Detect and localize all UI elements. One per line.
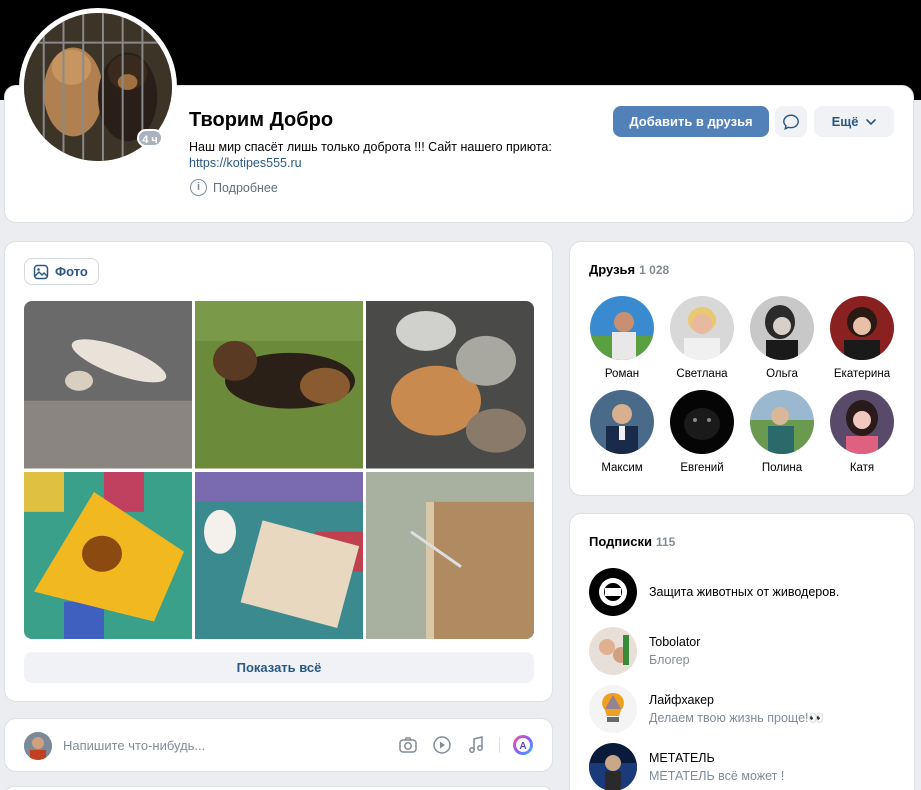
friend-item[interactable]: Ольга bbox=[742, 296, 822, 380]
divider bbox=[499, 737, 500, 753]
subscription-name: Лайфхакер bbox=[649, 692, 714, 707]
photo-icon bbox=[33, 264, 49, 279]
message-button[interactable] bbox=[775, 106, 807, 137]
more-label: Ещё bbox=[831, 114, 859, 129]
photo-thumb[interactable] bbox=[366, 471, 534, 639]
photo-thumb[interactable] bbox=[366, 301, 534, 469]
subscription-item[interactable]: Лайфхакер Делаем твою жизнь проще!👀 bbox=[589, 685, 824, 733]
more-info-label: Подробнее bbox=[213, 180, 278, 195]
ai-assistant-icon[interactable]: A bbox=[512, 734, 534, 756]
friend-item[interactable]: Светлана bbox=[662, 296, 742, 380]
post-composer[interactable]: Напишите что-нибудь... A bbox=[4, 718, 553, 772]
composer-avatar bbox=[24, 732, 52, 760]
subscription-item[interactable]: Защита животных от живодеров. bbox=[589, 568, 839, 616]
friends-title-label: Друзья bbox=[589, 262, 636, 277]
photo-grid bbox=[24, 301, 534, 639]
post-input[interactable]: Напишите что-нибудь... bbox=[63, 738, 205, 753]
photos-tab-label: Фото bbox=[55, 264, 88, 279]
friend-name: Полина bbox=[761, 462, 803, 474]
more-info-link[interactable]: i Подробнее bbox=[190, 179, 278, 196]
show-all-photos-button[interactable]: Показать всё bbox=[24, 652, 534, 683]
subscription-name: Tobolator bbox=[649, 635, 701, 649]
friend-avatar bbox=[830, 296, 894, 360]
add-friend-button[interactable]: Добавить в друзья bbox=[613, 106, 769, 137]
message-icon bbox=[783, 114, 799, 130]
subscriptions-title-label: Подписки bbox=[589, 534, 652, 549]
photo-thumb[interactable] bbox=[195, 471, 363, 639]
next-post-card bbox=[4, 786, 553, 790]
friends-title[interactable]: Друзья 1 028 bbox=[589, 262, 669, 277]
friend-name: Екатерина bbox=[833, 368, 891, 380]
subscription-avatar bbox=[589, 568, 637, 616]
music-icon[interactable] bbox=[465, 734, 487, 756]
subscription-avatar bbox=[589, 685, 637, 733]
friend-avatar bbox=[670, 390, 734, 454]
more-dropdown-button[interactable]: Ещё bbox=[814, 106, 894, 137]
friend-avatar bbox=[670, 296, 734, 360]
friend-name: Евгений bbox=[680, 462, 724, 474]
chevron-down-icon bbox=[866, 118, 877, 125]
friends-count: 1 028 bbox=[639, 263, 670, 277]
friends-grid: Роман Светлана Ольга Екатерина Максим Ев… bbox=[582, 296, 904, 474]
photo-thumb[interactable] bbox=[195, 301, 363, 469]
friend-name: Ольга bbox=[766, 368, 798, 380]
friends-card: Друзья 1 028 Роман Светлана Ольга Екатери… bbox=[569, 241, 915, 496]
friend-avatar bbox=[590, 296, 654, 360]
photos-card: Фото Показать всё bbox=[4, 241, 553, 702]
camera-icon[interactable] bbox=[397, 734, 419, 756]
friend-avatar bbox=[590, 390, 654, 454]
friend-avatar bbox=[750, 296, 814, 360]
subscription-item[interactable]: Tobolator Блогер bbox=[589, 627, 700, 675]
subscription-item[interactable]: МЕТАТЕЛЬ МЕТАТЕЛЬ всё может ! bbox=[589, 743, 784, 790]
photo-thumb[interactable] bbox=[24, 301, 192, 469]
subscription-desc: Блогер bbox=[649, 653, 690, 667]
friend-name: Светлана bbox=[676, 368, 728, 380]
friend-avatar bbox=[830, 390, 894, 454]
online-time-badge: 4 ч bbox=[137, 129, 163, 147]
friend-name: Катя bbox=[849, 462, 875, 474]
friend-item[interactable]: Катя bbox=[822, 390, 902, 474]
friend-item[interactable]: Роман bbox=[582, 296, 662, 380]
friend-item[interactable]: Евгений bbox=[662, 390, 742, 474]
svg-text:A: A bbox=[519, 741, 526, 752]
friend-avatar bbox=[750, 390, 814, 454]
subscription-name: МЕТАТЕЛЬ bbox=[649, 751, 715, 765]
friend-name: Максим bbox=[601, 462, 643, 474]
subscription-desc: МЕТАТЕЛЬ всё может ! bbox=[649, 769, 785, 783]
subscriptions-count: 115 bbox=[655, 535, 676, 549]
friend-item[interactable]: Максим bbox=[582, 390, 662, 474]
status-text: Наш мир спасёт лишь только доброта !!! С… bbox=[189, 140, 552, 154]
video-icon[interactable] bbox=[431, 734, 453, 756]
subscription-desc: Делаем твою жизнь проще!👀 bbox=[649, 710, 825, 725]
subscriptions-card: Подписки 115 Защита животных от живодеров… bbox=[569, 513, 915, 790]
friend-name: Роман bbox=[604, 368, 640, 380]
friend-item[interactable]: Полина bbox=[742, 390, 822, 474]
profile-name: Творим Добро bbox=[189, 109, 334, 131]
photo-thumb[interactable] bbox=[24, 471, 192, 639]
composer-actions: A bbox=[397, 734, 534, 756]
subscription-name: Защита животных от живодеров. bbox=[649, 585, 840, 599]
subscriptions-title[interactable]: Подписки 115 bbox=[589, 534, 675, 549]
profile-status: Наш мир спасёт лишь только доброта !!! С… bbox=[189, 139, 589, 171]
photos-tab[interactable]: Фото bbox=[24, 258, 99, 285]
subscription-avatar bbox=[589, 743, 637, 790]
friend-item[interactable]: Екатерина bbox=[822, 296, 902, 380]
info-icon: i bbox=[190, 179, 207, 196]
subscription-avatar bbox=[589, 627, 637, 675]
status-link[interactable]: https://kotipes555.ru bbox=[189, 155, 589, 171]
